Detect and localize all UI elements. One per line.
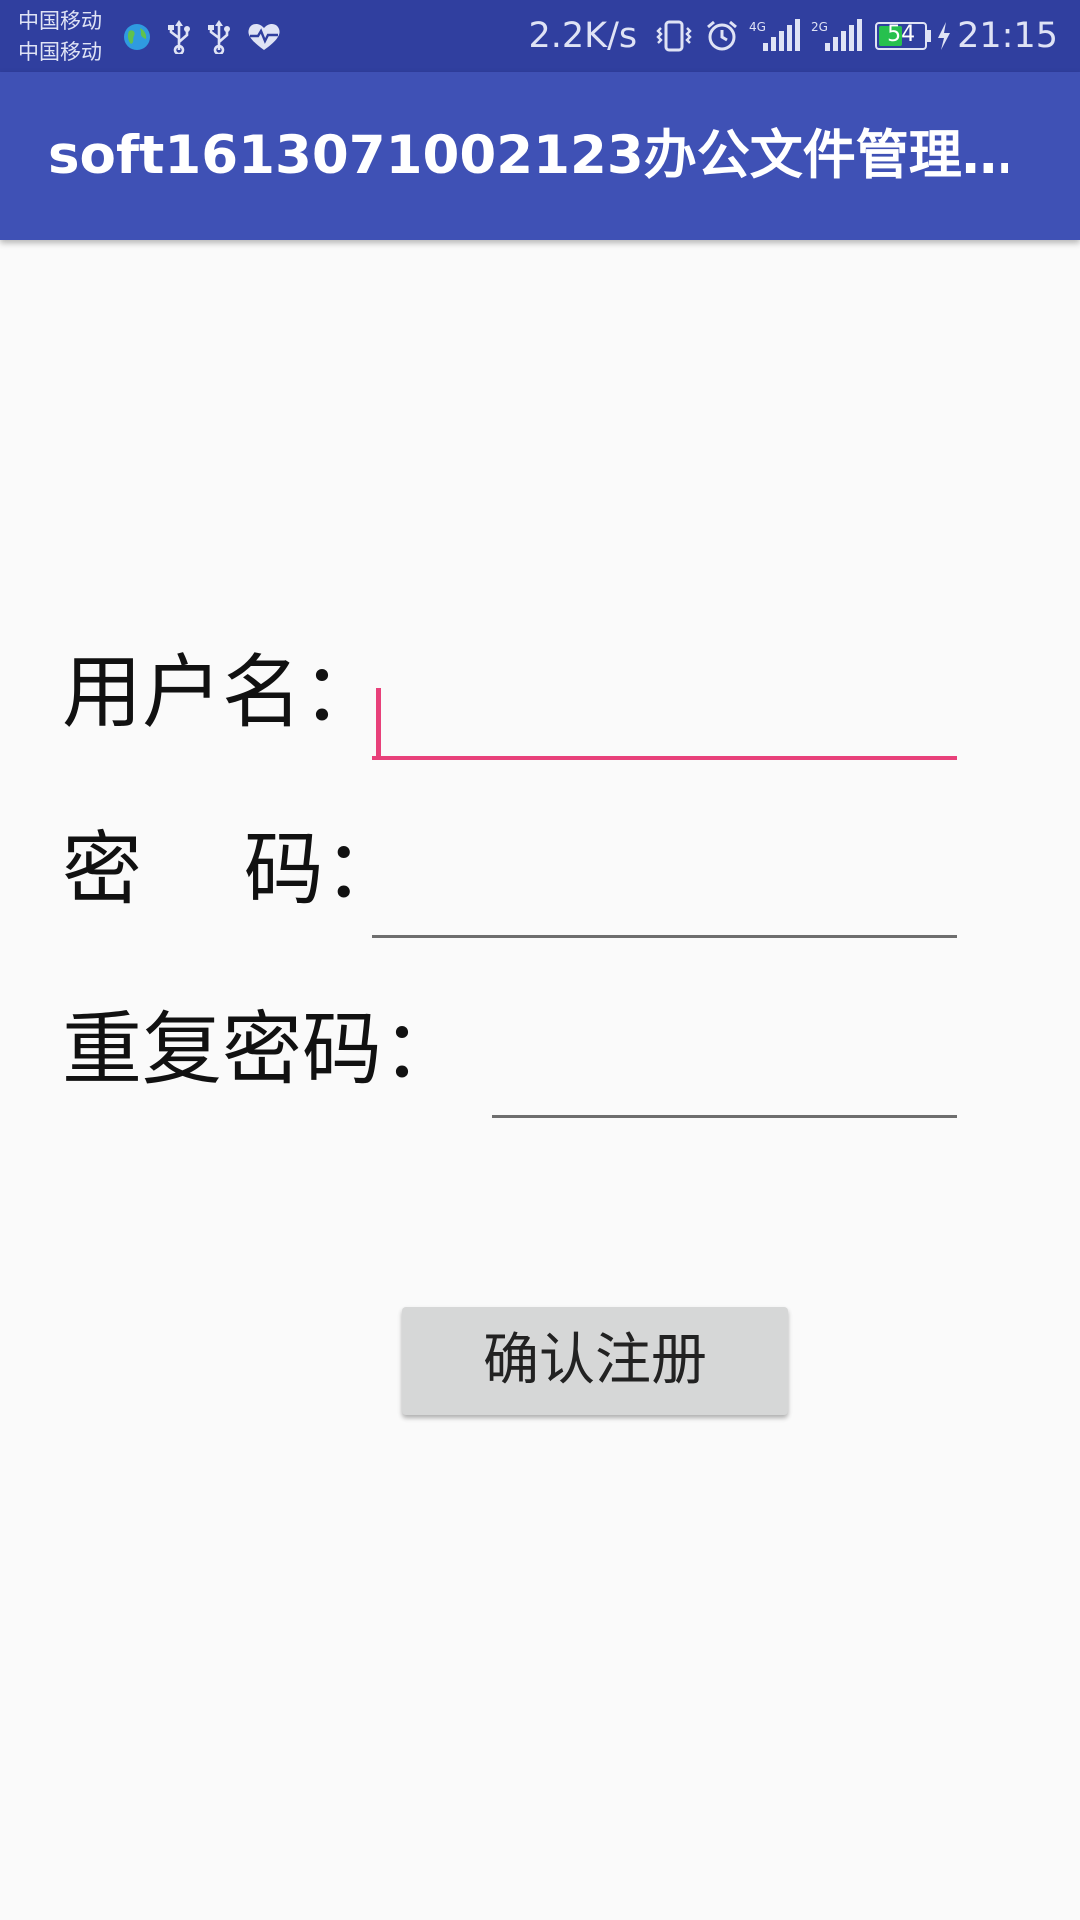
signal-icon: 4G	[749, 19, 801, 51]
username-field[interactable]	[372, 688, 957, 760]
notification-icons	[122, 20, 296, 54]
repeat-password-label: 重复密码：	[62, 1003, 462, 1096]
repeat-password-field[interactable]	[492, 1058, 957, 1118]
carrier-1: 中国移动	[18, 9, 102, 33]
battery-icon: 54	[875, 22, 928, 50]
battery-level: 54	[887, 22, 916, 47]
username-label: 用户名：	[62, 646, 382, 739]
app-title: soft1613071002123办公文件管理…	[48, 125, 1008, 186]
charging-icon	[938, 22, 951, 50]
alarm-icon	[707, 20, 738, 51]
carrier-2: 中国移动	[18, 40, 102, 64]
usb-icon	[168, 20, 190, 54]
username-input[interactable]	[372, 700, 957, 756]
confirm-register-button[interactable]: 确认注册	[402, 1307, 788, 1415]
text-cursor	[376, 688, 381, 760]
globe-icon	[124, 24, 150, 50]
app-bar: soft1613071002123办公文件管理…	[0, 72, 1080, 240]
carrier-info: 中国移动 中国移动	[18, 6, 102, 68]
battery-cap	[927, 30, 932, 42]
password-input[interactable]	[372, 878, 957, 934]
network-type-1: 4G	[749, 20, 766, 34]
signal-icon: 2G	[811, 19, 863, 51]
clock: 21:15	[957, 16, 1058, 56]
repeat-password-input[interactable]	[492, 1058, 957, 1114]
net-speed: 2.2K/s	[528, 16, 638, 56]
usb-icon	[208, 20, 230, 54]
status-right: 2.2K/s 4G 2G 54 21:15	[528, 0, 1058, 72]
heartbeat-icon	[248, 23, 280, 50]
vibrate-icon	[656, 20, 692, 52]
network-type-2: 2G	[811, 20, 828, 34]
password-label: 密 码：	[62, 823, 404, 916]
status-bar: 中国移动 中国移动 2.2K/s 4G 2G 54 21:15	[0, 0, 1080, 72]
password-field[interactable]	[372, 878, 957, 938]
